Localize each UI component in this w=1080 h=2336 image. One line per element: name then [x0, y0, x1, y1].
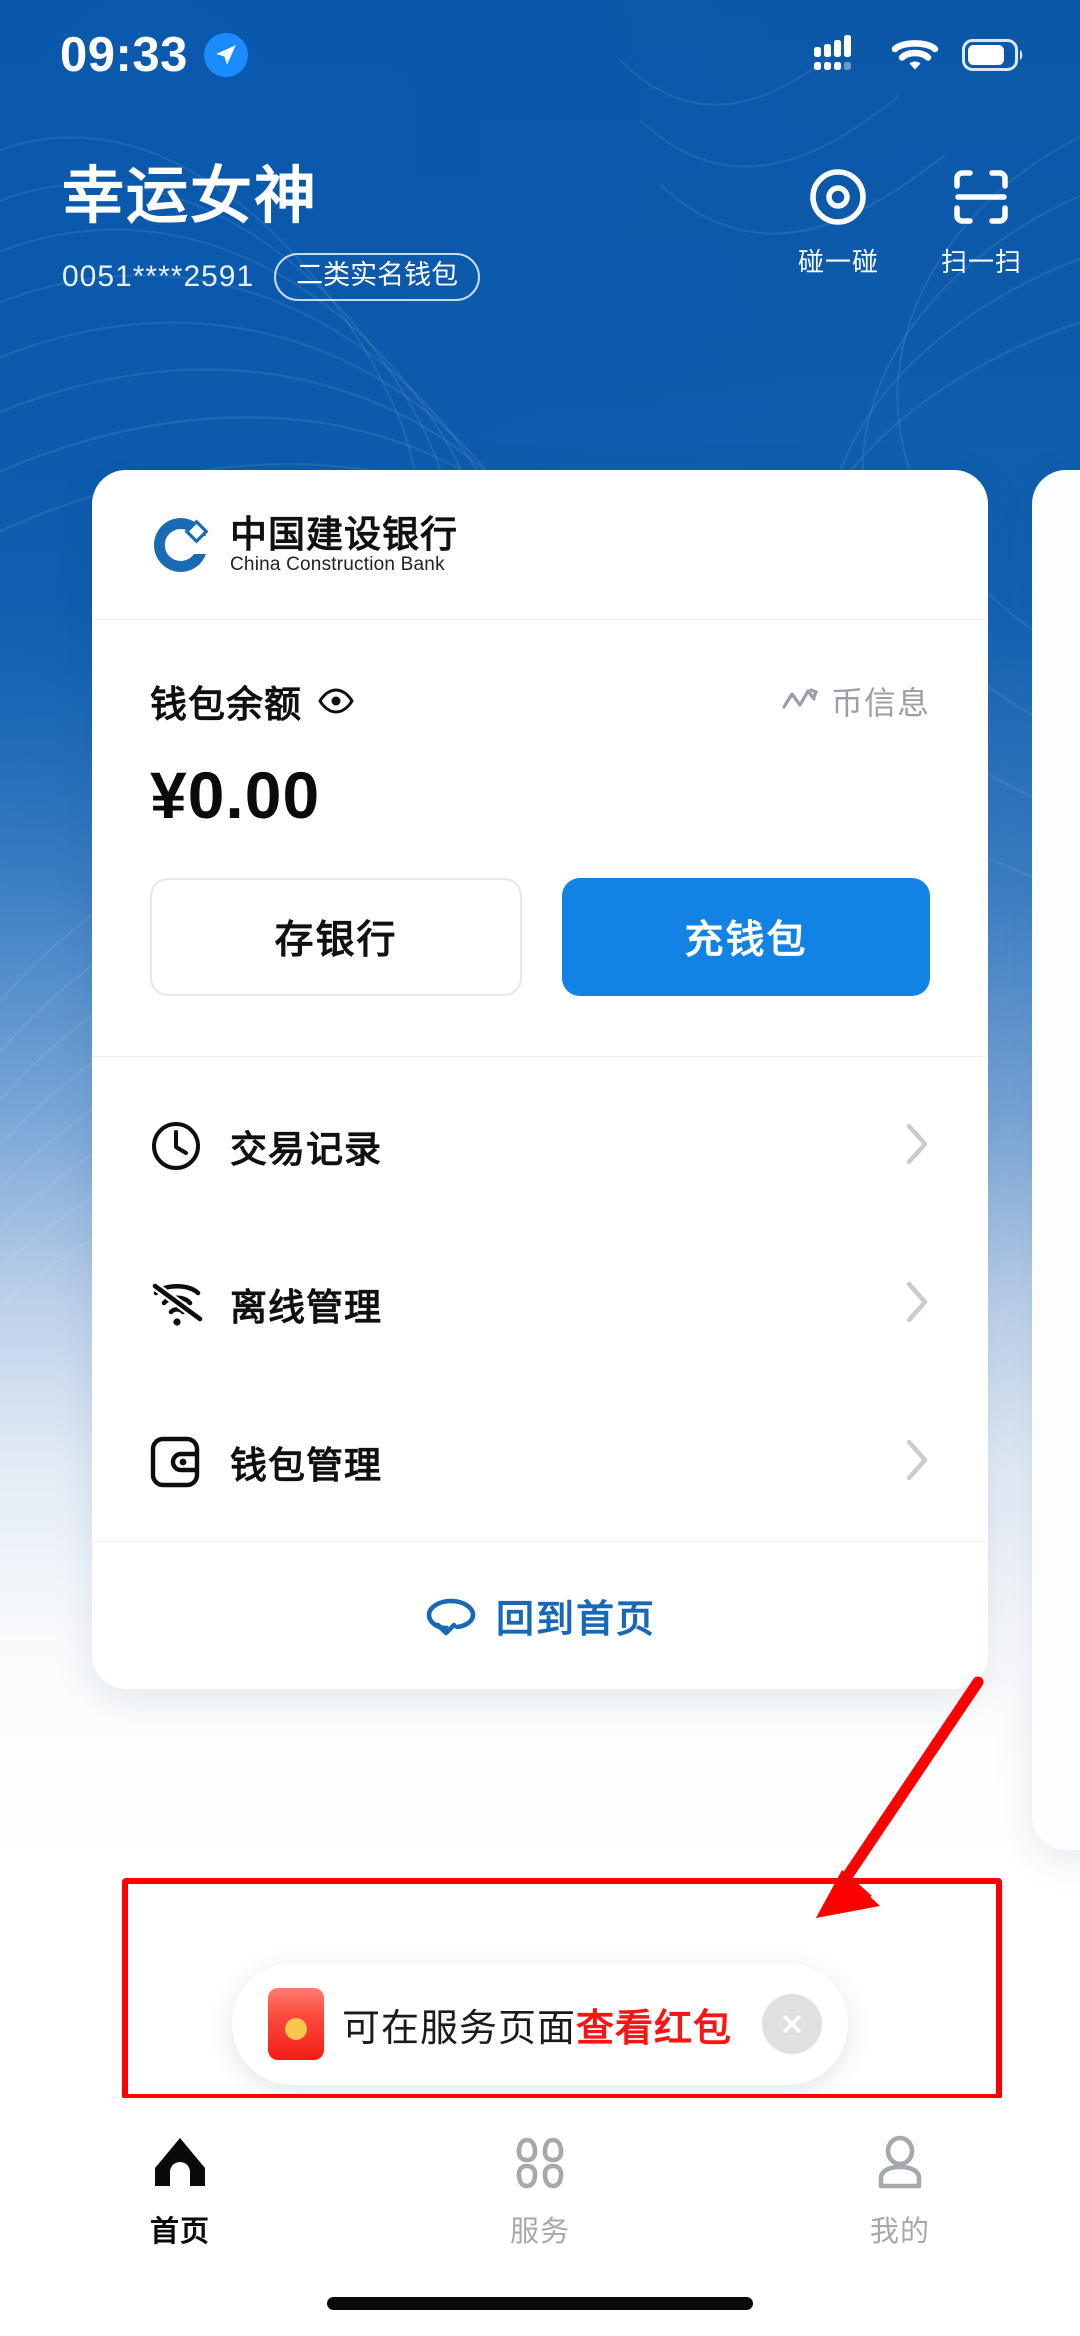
ccb-logo-icon [153, 517, 209, 572]
header-actions: 碰一碰 扫一扫 [798, 152, 1022, 279]
tab-services-label: 服务 [509, 2216, 570, 2248]
cellular-signal-icon [814, 35, 851, 70]
red-envelope-toast[interactable]: 可在服务页面查看红包 [232, 1963, 848, 2085]
coin-info-label: 币信息 [830, 685, 930, 721]
wifi-offline-icon [150, 1279, 208, 1329]
page-title: 幸运女神 [62, 162, 319, 231]
tab-mine-label: 我的 [869, 2216, 930, 2248]
topup-wallet-button[interactable]: 充钱包 [562, 878, 930, 996]
tab-mine[interactable]: 我的 [720, 2134, 1080, 2250]
bank-name-cn: 中国建设银行 [230, 513, 458, 555]
card-menu-list: 交易记录 离线管理 钱包管理 [92, 1057, 988, 1541]
status-time: 09:33 [60, 27, 188, 82]
chevron-right-icon [904, 1438, 930, 1487]
balance-label: 钱包余额 [150, 684, 302, 725]
chevron-right-icon [904, 1122, 930, 1171]
grid-services-icon [516, 2137, 564, 2189]
wallet-card: 中国建设银行 China Construction Bank 钱包余额 币信息 … [92, 470, 988, 1689]
battery-icon [962, 39, 1023, 71]
return-home-icon [426, 1598, 476, 1635]
red-envelope-icon [268, 1988, 324, 2060]
nfc-tap-label: 碰一碰 [797, 247, 879, 277]
toast-text-normal: 可在服务页面 [342, 2007, 577, 2050]
home-indicator [327, 2297, 753, 2310]
phone-screen: 09:33 幸运女神 0051****2591 二类实名钱包 碰一碰 扫一扫 中… [0, 0, 1080, 2336]
wifi-icon [891, 40, 939, 70]
home-icon [155, 2138, 205, 2186]
toast-message: 可在服务页面查看红包 [342, 1997, 732, 2052]
account-type-badge: 二类实名钱包 [274, 253, 481, 302]
header-subline: 0051****2591 二类实名钱包 [62, 253, 481, 302]
status-bar-right [814, 35, 1024, 75]
status-bar: 09:33 [0, 0, 1080, 110]
bank-name-en: China Construction Bank [230, 553, 445, 575]
nfc-tap-button[interactable]: 碰一碰 [798, 166, 879, 279]
account-number: 0051****2591 [62, 260, 255, 294]
balance-amount: ¥0.00 [150, 758, 321, 832]
menu-item-wallet-management[interactable]: 钱包管理 [150, 1383, 930, 1541]
trend-chart-icon [782, 688, 819, 709]
chevron-right-icon [904, 1280, 930, 1329]
location-arrow-glyph [216, 45, 236, 65]
scan-qr-button[interactable]: 扫一扫 [941, 166, 1022, 279]
nfc-tap-icon [810, 169, 867, 225]
balance-label-wrap[interactable]: 钱包余额 [150, 674, 354, 728]
balance-header-row: 钱包余额 币信息 [150, 674, 930, 728]
wallet-icon [150, 1436, 208, 1488]
scan-qr-label: 扫一扫 [940, 247, 1022, 277]
tab-home-label: 首页 [149, 2216, 210, 2248]
menu-item-label: 钱包管理 [230, 1445, 382, 1486]
toast-close-button[interactable] [762, 1994, 822, 2054]
back-to-home-label: 回到首页 [495, 1599, 656, 1641]
eye-icon[interactable] [318, 688, 354, 714]
header-identity: 幸运女神 0051****2591 二类实名钱包 [62, 152, 481, 302]
menu-item-label: 离线管理 [230, 1287, 382, 1328]
coin-info-button[interactable]: 币信息 [781, 678, 930, 724]
person-icon [878, 2135, 922, 2189]
location-arrow-icon [203, 33, 248, 77]
menu-item-offline[interactable]: 离线管理 [150, 1225, 930, 1383]
toast-text-highlight: 查看红包 [576, 2007, 733, 2050]
balance-section: 钱包余额 币信息 ¥0.00 [92, 620, 988, 828]
bank-name-block: 中国建设银行 China Construction Bank [230, 516, 458, 574]
bank-logo-wrap: 中国建设银行 China Construction Bank [150, 514, 458, 576]
clock-icon [150, 1120, 208, 1172]
card-action-buttons: 存银行 充钱包 [92, 828, 988, 1056]
menu-item-label: 交易记录 [230, 1129, 382, 1170]
tab-services[interactable]: 服务 [360, 2134, 720, 2250]
page-header: 幸运女神 0051****2591 二类实名钱包 碰一碰 扫一扫 [0, 152, 1080, 302]
menu-item-transactions[interactable]: 交易记录 [150, 1067, 930, 1225]
scan-qr-icon [954, 170, 1009, 224]
bank-logo-row: 中国建设银行 China Construction Bank [92, 470, 988, 620]
tab-home[interactable]: 首页 [0, 2134, 360, 2250]
status-bar-left: 09:33 [60, 27, 248, 82]
close-icon [783, 2015, 801, 2033]
wallet-card-next-peek[interactable] [1032, 470, 1080, 1850]
deposit-to-bank-button[interactable]: 存银行 [150, 878, 522, 996]
back-to-home-link[interactable]: 回到首页 [92, 1541, 988, 1689]
